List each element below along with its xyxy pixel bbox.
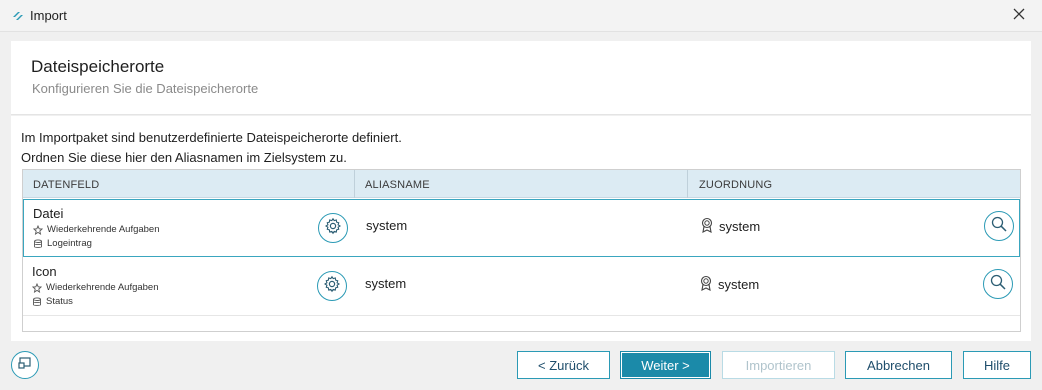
intro-line-2: Ordnen Sie diese hier den Aliasnamen im …: [21, 150, 347, 165]
field-table-label: Logeintrag: [47, 238, 92, 249]
recurring-task-icon: [32, 282, 42, 293]
page-subtitle: Konfigurieren Sie die Dateispeicherorte: [32, 81, 259, 96]
search-icon: [989, 273, 1007, 296]
field-task-label: Wiederkehrende Aufgaben: [46, 282, 159, 293]
field-task: Wiederkehrende Aufgaben: [32, 282, 159, 293]
search-icon: [990, 215, 1008, 238]
back-button[interactable]: < Zurück: [517, 351, 610, 379]
field-table: Status: [32, 296, 73, 307]
intro-line-1: Im Importpaket sind benutzerdefinierte D…: [21, 130, 402, 145]
field-table: Logeintrag: [33, 238, 92, 249]
field-name: Datei: [33, 206, 64, 221]
help-button[interactable]: Hilfe: [963, 351, 1031, 379]
database-icon: [33, 238, 43, 249]
content-panel: Im Importpaket sind benutzerdefinierte D…: [11, 116, 1031, 341]
close-button[interactable]: [996, 0, 1042, 32]
next-button[interactable]: Weiter >: [620, 351, 711, 379]
assignment-value: system: [700, 217, 760, 236]
cancel-button[interactable]: Abbrechen: [845, 351, 952, 379]
field-task: Wiederkehrende Aufgaben: [33, 224, 160, 235]
gear-icon: [323, 275, 341, 298]
recurring-task-icon: [33, 224, 43, 235]
field-table-label: Status: [46, 296, 73, 307]
field-name: Icon: [32, 264, 57, 279]
window-options-button[interactable]: [11, 351, 39, 379]
alias-name: system: [366, 218, 408, 233]
app-logo-icon: [11, 9, 25, 23]
wizard-header: Dateispeicherorte Konfigurieren Sie die …: [11, 41, 1031, 115]
window-icon: [18, 356, 32, 375]
field-task-label: Wiederkehrende Aufgaben: [47, 224, 160, 235]
table-row[interactable]: Datei Wiederkehrende Aufgaben Logeintrag: [23, 199, 1020, 257]
column-separator[interactable]: [687, 170, 688, 198]
page-title: Dateispeicherorte: [31, 57, 165, 76]
column-separator[interactable]: [354, 170, 355, 198]
alias-name: system: [365, 276, 407, 291]
table-row[interactable]: Icon Wiederkehrende Aufgaben Status syst…: [23, 258, 1020, 316]
award-badge-icon: [700, 217, 714, 236]
assignment-label: system: [719, 219, 761, 234]
mapping-grid: DATENFELD ALIASNAME ZUORDNUNG Datei Wied…: [22, 169, 1021, 332]
close-icon: [1013, 7, 1025, 25]
window-title: Import: [30, 8, 67, 23]
column-header-zuordnung[interactable]: ZUORDNUNG: [699, 179, 772, 191]
title-bar: Import: [0, 0, 1042, 32]
configure-field-button[interactable]: [317, 271, 347, 301]
database-icon: [32, 296, 42, 307]
grid-header: DATENFELD ALIASNAME ZUORDNUNG: [23, 170, 1020, 198]
search-assignment-button[interactable]: [983, 269, 1013, 299]
award-badge-icon: [699, 275, 713, 294]
assignment-value: system: [699, 275, 759, 294]
gear-icon: [324, 217, 342, 240]
column-header-datenfeld[interactable]: DATENFELD: [33, 179, 99, 191]
assignment-label: system: [718, 277, 760, 292]
search-assignment-button[interactable]: [984, 211, 1014, 241]
configure-field-button[interactable]: [318, 213, 348, 243]
column-header-aliasname[interactable]: ALIASNAME: [365, 179, 430, 191]
intro-text: Im Importpaket sind benutzerdefinierte D…: [21, 128, 402, 168]
import-button[interactable]: Importieren: [722, 351, 835, 379]
